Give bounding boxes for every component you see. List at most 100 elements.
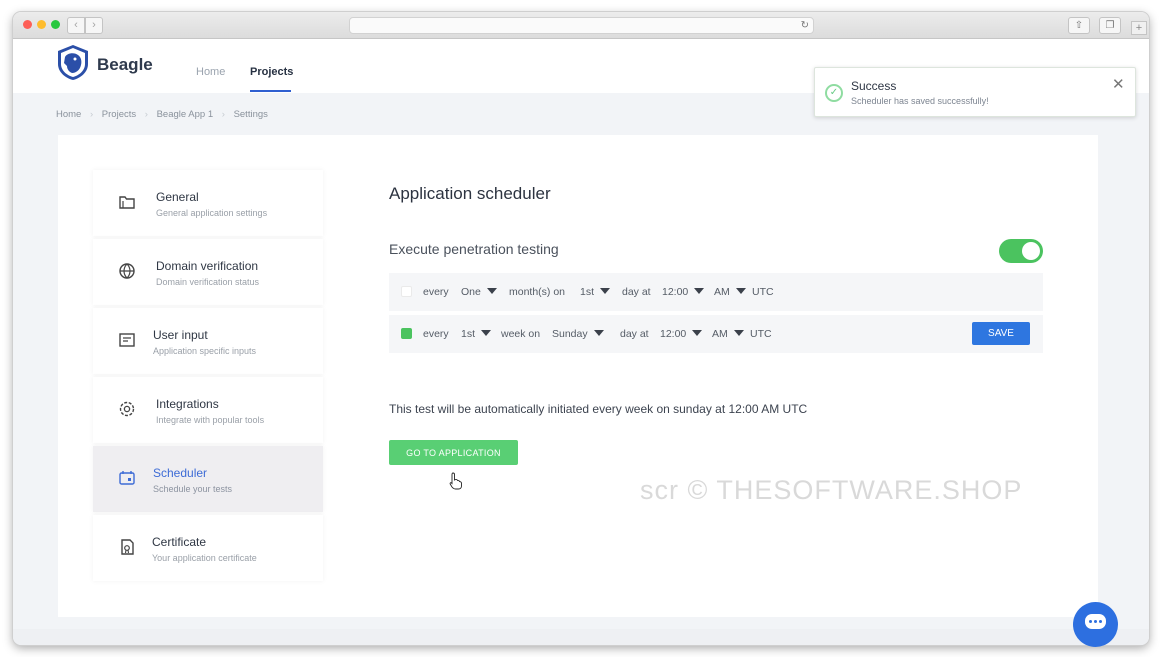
every-label: every — [423, 328, 449, 340]
chevron-down-icon — [481, 330, 492, 336]
chat-icon — [1085, 614, 1106, 629]
sidebar-item-subtitle: Your application certificate — [152, 553, 257, 563]
timezone-label: UTC — [750, 328, 772, 340]
schedule-summary: This test will be automatically initiate… — [389, 402, 808, 416]
close-window-button[interactable] — [23, 20, 32, 29]
sidebar-item-title: Integrations — [156, 397, 219, 411]
every-label: every — [423, 286, 449, 298]
settings-panel: General General application settings Dom… — [58, 135, 1098, 617]
ampm-value: AM — [714, 286, 730, 298]
toggle-knob — [1022, 242, 1040, 260]
chevron-down-icon — [600, 288, 611, 294]
day-value: 1st — [580, 286, 595, 298]
check-circle-icon: ✓ — [825, 84, 843, 102]
sidebar-item-subtitle: Integrate with popular tools — [156, 415, 265, 425]
sidebar-item-integrations[interactable]: Integrations Integrate with popular tool… — [93, 377, 323, 443]
chevron-down-icon — [735, 288, 746, 294]
time-select[interactable]: 12:00 — [662, 286, 705, 298]
nav-home-link[interactable]: Home — [196, 66, 225, 78]
day-at-label: day at — [620, 328, 649, 340]
form-icon — [119, 333, 135, 347]
breadcrumb-projects[interactable]: Projects — [102, 109, 136, 120]
nav-active-indicator — [250, 90, 291, 92]
beagle-logo-icon[interactable] — [55, 43, 91, 81]
execute-testing-label: Execute penetration testing — [389, 241, 559, 257]
nav-projects-link[interactable]: Projects — [250, 66, 293, 78]
ampm-select[interactable]: AM — [712, 328, 744, 340]
brand-name: Beagle — [97, 55, 153, 74]
breadcrumb-separator: › — [221, 109, 225, 120]
count-select[interactable]: 1st — [461, 328, 492, 340]
maximize-window-button[interactable] — [51, 20, 60, 29]
schedule-row-weekly: every 1st week on Sunday day at 12:00 AM… — [389, 315, 1043, 353]
close-icon[interactable]: ✕ — [1112, 75, 1125, 93]
sidebar-item-subtitle: Domain verification status — [156, 277, 260, 287]
share-icon[interactable]: ⇧ — [1068, 17, 1090, 34]
weekday-select[interactable]: Sunday — [552, 328, 604, 340]
watermark: scr © THESOFTWARE.SHOP — [640, 475, 1023, 505]
gear-icon — [119, 401, 135, 417]
new-tab-icon[interactable]: + — [1131, 21, 1147, 35]
chevron-down-icon — [733, 330, 744, 336]
sidebar-item-subtitle: Application specific inputs — [153, 346, 257, 356]
chevron-down-icon — [486, 288, 497, 294]
certificate-icon — [121, 539, 134, 555]
sidebar-item-title: Domain verification — [156, 259, 259, 273]
success-toast: ✓ Success Scheduler has saved successful… — [814, 67, 1136, 117]
sidebar-item-subtitle: General application settings — [156, 208, 268, 218]
breadcrumb-separator: › — [144, 109, 148, 120]
sidebar-item-title: Scheduler — [153, 466, 208, 480]
unit-label: week on — [501, 328, 541, 340]
reload-icon[interactable]: ↻ — [801, 18, 809, 33]
schedule-row-monthly: every One month(s) on 1st day at 12:00 A… — [389, 273, 1043, 311]
sidebar-item-domain-verification[interactable]: Domain verification Domain verification … — [93, 239, 323, 305]
calendar-icon — [119, 471, 135, 485]
browser-toolbar: ‹ › ↻ ⇧ ❐ + — [13, 12, 1149, 39]
sidebar-item-user-input[interactable]: User input Application specific inputs — [93, 308, 323, 374]
page-footer — [13, 629, 1149, 645]
breadcrumb-app[interactable]: Beagle App 1 — [157, 109, 214, 120]
tabs-icon[interactable]: ❐ — [1099, 17, 1121, 34]
page-title: Application scheduler — [389, 184, 551, 203]
sidebar-item-title: User input — [153, 328, 208, 342]
ampm-value: AM — [712, 328, 728, 340]
execute-testing-toggle[interactable] — [999, 239, 1043, 263]
monthly-checkbox[interactable] — [401, 286, 412, 297]
chat-dot — [1089, 620, 1092, 623]
chat-dot — [1094, 620, 1097, 623]
toast-title: Success — [851, 79, 897, 93]
chat-dot — [1099, 620, 1102, 623]
weekly-checkbox[interactable] — [401, 328, 412, 339]
time-select[interactable]: 12:00 — [660, 328, 703, 340]
chevron-down-icon — [694, 288, 705, 294]
breadcrumb-settings: Settings — [233, 109, 268, 120]
app-header: Beagle Home Projects ✓ Success Scheduler… — [13, 39, 1149, 117]
browser-window: ‹ › ↻ ⇧ ❐ + Beagle Home Projects ✓ Succe… — [13, 12, 1149, 645]
hand-cursor-icon — [449, 472, 462, 490]
count-value: 1st — [461, 328, 476, 340]
save-button[interactable]: SAVE — [972, 322, 1030, 345]
time-value: 12:00 — [662, 286, 689, 298]
forward-icon[interactable]: › — [85, 17, 103, 34]
back-icon[interactable]: ‹ — [67, 17, 85, 34]
time-value: 12:00 — [660, 328, 687, 340]
day-at-label: day at — [622, 286, 651, 298]
day-select[interactable]: 1st — [580, 286, 611, 298]
sidebar-item-certificate[interactable]: Certificate Your application certificate — [93, 515, 323, 581]
chevron-down-icon — [692, 330, 703, 336]
ampm-select[interactable]: AM — [714, 286, 746, 298]
sidebar-item-subtitle: Schedule your tests — [153, 484, 233, 494]
breadcrumb-home[interactable]: Home — [56, 109, 81, 120]
go-to-application-button[interactable]: GO TO APPLICATION — [389, 440, 518, 465]
sidebar-item-scheduler[interactable]: Scheduler Schedule your tests — [93, 446, 323, 512]
sidebar-item-general[interactable]: General General application settings — [93, 170, 323, 236]
minimize-window-button[interactable] — [37, 20, 46, 29]
count-select[interactable]: One — [461, 286, 497, 298]
weekday-value: Sunday — [552, 328, 588, 340]
sidebar-item-title: General — [156, 190, 199, 204]
folder-icon — [119, 196, 135, 209]
globe-icon — [119, 263, 135, 279]
chat-button[interactable] — [1073, 602, 1118, 647]
address-bar[interactable]: ↻ — [349, 17, 814, 34]
unit-label: month(s) on — [509, 286, 566, 298]
